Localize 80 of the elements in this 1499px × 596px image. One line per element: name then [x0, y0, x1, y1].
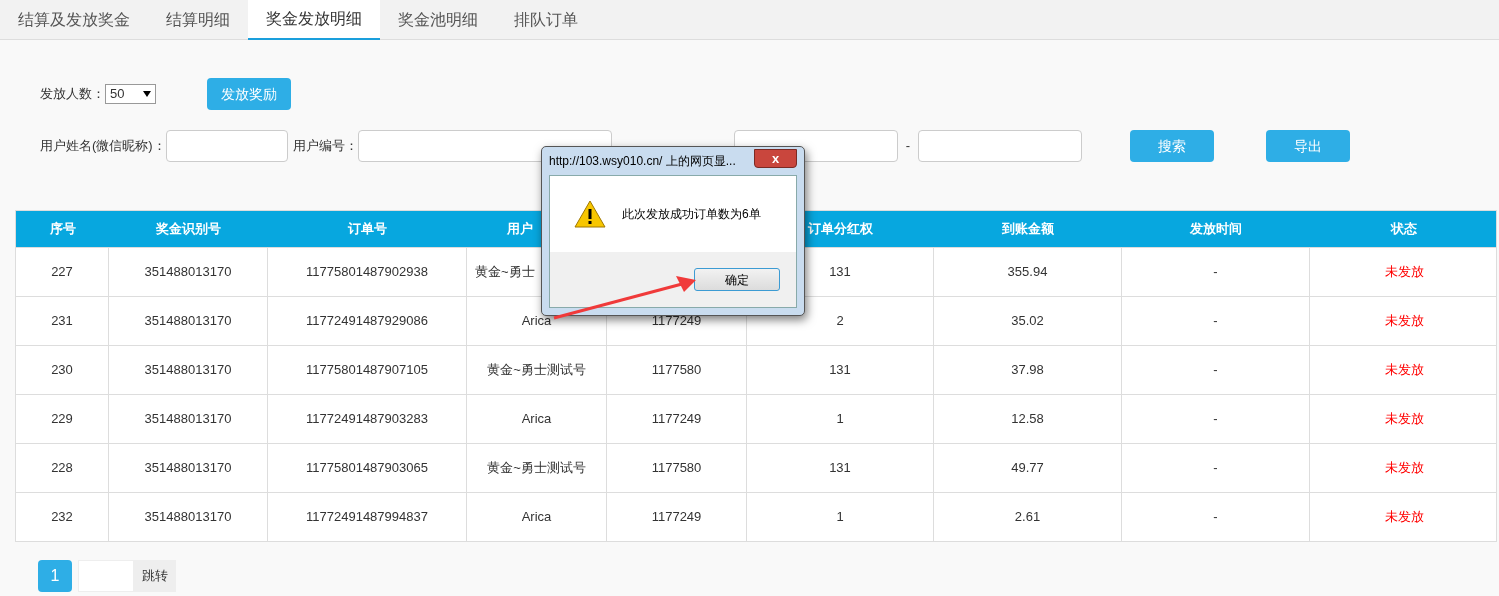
table-cell-text: 黄金~勇士测试号 — [487, 361, 586, 380]
table-cell-text: 131 — [829, 361, 851, 380]
table-cell-text: - — [1213, 361, 1218, 380]
table-cell-text: 1 — [836, 410, 844, 429]
table-cell-text: 2 — [836, 312, 844, 331]
jump-button[interactable]: 跳转 — [134, 560, 176, 592]
column-header: 序号 — [49, 220, 76, 239]
table-cell-text: Arica — [521, 410, 552, 429]
status-text: 未发放 — [1384, 459, 1424, 478]
table-cell-text: 49.77 — [1011, 459, 1044, 478]
dialog-title: http://103.wsy010.cn/ 上的网页显... — [549, 153, 736, 170]
table-cell-text: 229 — [51, 410, 73, 429]
table-cell-text: 35.02 — [1011, 312, 1044, 331]
column-header: 订单分红权 — [808, 220, 873, 239]
tab[interactable]: 排队订单 — [496, 0, 596, 40]
table-cell-text: 232 — [51, 508, 73, 527]
status-text: 未发放 — [1384, 312, 1424, 331]
table-cell-text: 230 — [51, 361, 73, 380]
table-cell-text: - — [1213, 410, 1218, 429]
table-cell-text: 11772491487903283 — [306, 410, 428, 429]
table-cell-text: 351488013170 — [144, 410, 232, 429]
table-cell-text: 351488013170 — [144, 263, 232, 282]
dropdown-icon — [143, 91, 151, 97]
name-label: 用户姓名(微信昵称)： — [40, 137, 166, 156]
table-cell-text: 1177249 — [651, 410, 702, 429]
table-cell-text: 351488013170 — [144, 508, 232, 527]
tab[interactable]: 奖金池明细 — [380, 0, 496, 40]
close-button[interactable]: x — [754, 148, 797, 168]
warning-icon — [574, 200, 606, 228]
table-cell-text: 1177249 — [651, 508, 702, 527]
table-cell-text: - — [1213, 263, 1218, 282]
table-cell-text: 37.98 — [1011, 361, 1044, 380]
table-cell-text: 2.61 — [1014, 508, 1041, 527]
table-cell-text: 11775801487903065 — [306, 459, 428, 478]
table-cell-text: 1177249 — [651, 312, 702, 331]
table-cell-text: 351488013170 — [144, 459, 232, 478]
table-cell-text: 黄金~勇士 — [475, 263, 535, 282]
table-cell-text: 12.58 — [1011, 410, 1044, 429]
status-text: 未发放 — [1384, 263, 1424, 282]
table-cell-text: 351488013170 — [144, 312, 232, 331]
table-cell-text: 131 — [829, 263, 851, 282]
tab[interactable]: 结算及发放奖金 — [0, 0, 148, 40]
table-cell-text: 11772491487929086 — [306, 312, 428, 331]
table-cell-text: 1177580 — [651, 459, 702, 478]
dialog-message: 此次发放成功订单数为6单 — [622, 206, 761, 223]
end-time-field[interactable] — [918, 130, 1082, 162]
status-text: 未发放 — [1384, 410, 1424, 429]
table-cell-text: 355.94 — [1007, 263, 1048, 282]
column-header: 订单号 — [348, 220, 387, 239]
number-label: 用户编号： — [292, 137, 358, 156]
tab[interactable]: 结算明细 — [148, 0, 248, 40]
table-cell-text: 黄金~勇士测试号 — [487, 459, 586, 478]
table-cell-text: 1177580 — [651, 361, 702, 380]
status-text: 未发放 — [1384, 508, 1424, 527]
table-cell-text: 227 — [51, 263, 73, 282]
column-header: 用户 — [507, 220, 533, 239]
table-cell-text: 11775801487902938 — [306, 263, 428, 282]
column-header: 到账金额 — [1002, 220, 1054, 239]
count-select[interactable]: 50 — [105, 84, 156, 104]
table-cell-text: Arica — [521, 508, 552, 527]
table-cell-text: - — [1213, 312, 1218, 331]
table-cell-text: 11775801487907105 — [306, 361, 428, 380]
column-header: 发放时间 — [1190, 220, 1242, 239]
table-cell-text: 131 — [829, 459, 851, 478]
table-cell-text: 11772491487994837 — [306, 508, 428, 527]
name-field[interactable] — [165, 130, 288, 162]
table-cell-text: - — [1213, 459, 1218, 478]
table-cell-text: 1 — [836, 508, 844, 527]
table-cell-text: 351488013170 — [144, 361, 232, 380]
column-header: 状态 — [1391, 220, 1417, 239]
table-cell-text: 228 — [51, 459, 73, 478]
status-text: 未发放 — [1384, 361, 1424, 380]
table-cell-text: Arica — [521, 312, 552, 331]
column-header: 奖金识别号 — [156, 220, 221, 239]
count-label: 发放人数： — [40, 85, 105, 104]
table-cell-text: - — [1213, 508, 1218, 527]
time-separator: - — [905, 137, 910, 156]
ok-button[interactable]: 确定 — [694, 268, 780, 291]
table-cell-text: 231 — [51, 312, 73, 331]
tab[interactable]: 奖金发放明细 — [248, 0, 380, 40]
